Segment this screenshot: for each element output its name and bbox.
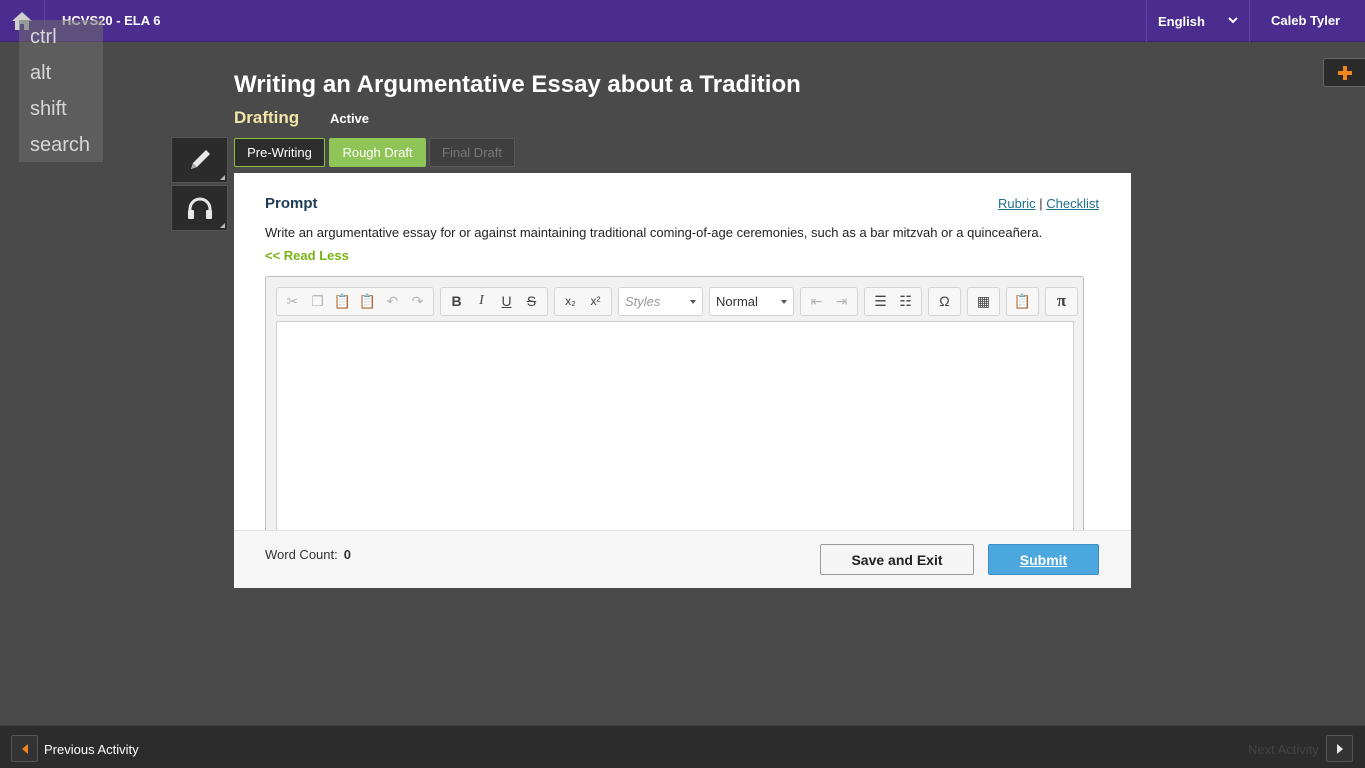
audio-tool-button[interactable]: [171, 185, 228, 231]
keyboard-modifier-overlay: ctrl alt shift search: [19, 20, 103, 162]
tab-pre-writing[interactable]: Pre-Writing: [234, 138, 325, 167]
rubric-link[interactable]: Rubric: [998, 196, 1036, 211]
script-group: x₂ x²: [554, 286, 612, 316]
plus-icon: [1337, 65, 1352, 80]
previous-activity-button[interactable]: [11, 735, 38, 762]
outdent-icon[interactable]: ⇤: [804, 289, 829, 314]
bold-icon[interactable]: B: [444, 289, 469, 314]
shift-key-label: shift: [30, 98, 67, 120]
next-activity-label: Next Activity: [1248, 742, 1319, 757]
word-count: Word Count: 0: [265, 547, 351, 562]
prompt-heading: Prompt: [265, 195, 318, 212]
math-pi-icon[interactable]: π: [1049, 289, 1074, 314]
add-button[interactable]: [1323, 58, 1365, 87]
tab-final-draft: Final Draft: [429, 138, 515, 167]
subscript-icon[interactable]: x₂: [558, 289, 583, 314]
bottom-nav-bar: Previous Activity Next Activity: [0, 725, 1365, 768]
table-group: ▦: [967, 286, 1000, 316]
alt-key-label: alt: [30, 62, 52, 84]
tab-rough-draft[interactable]: Rough Draft: [329, 138, 426, 167]
writing-panel: Prompt Rubric | Checklist Write an argum…: [234, 173, 1131, 588]
panel-footer: Word Count: 0 Save and Exit Submit: [234, 530, 1131, 588]
previous-activity-label[interactable]: Previous Activity: [44, 742, 139, 757]
list-group: ☰ ☷: [864, 286, 922, 316]
word-count-label: Word Count:: [265, 547, 338, 562]
paste-text-icon[interactable]: 📋: [355, 289, 380, 314]
save-and-exit-button[interactable]: Save and Exit: [820, 544, 974, 575]
paste-word-group: 📋: [1006, 286, 1039, 316]
special-character-icon[interactable]: Ω: [932, 289, 957, 314]
italic-icon[interactable]: I: [469, 289, 494, 314]
paste-from-word-icon[interactable]: 📋: [1010, 289, 1035, 314]
math-group: π: [1045, 286, 1078, 316]
prompt-text: Write an argumentative essay for or agai…: [265, 225, 1043, 240]
clipboard-group: ✂ ❐ 📋 📋 ↶ ↷: [276, 286, 434, 316]
resource-links: Rubric | Checklist: [998, 196, 1099, 211]
redo-icon[interactable]: ↷: [405, 289, 430, 314]
page-title: Writing an Argumentative Essay about a T…: [234, 71, 801, 98]
superscript-icon[interactable]: x²: [583, 289, 608, 314]
read-less-link[interactable]: << Read Less: [265, 248, 349, 263]
styles-dropdown[interactable]: Styles: [618, 286, 703, 316]
copy-icon[interactable]: ❐: [305, 289, 330, 314]
basic-styles-group: B I U S: [440, 286, 548, 316]
search-key-label: search: [30, 134, 91, 156]
pencil-tool-button[interactable]: [171, 137, 228, 183]
submit-button[interactable]: Submit: [988, 544, 1099, 575]
special-char-group: Ω: [928, 286, 961, 316]
caret-left-icon: [21, 743, 28, 754]
editor-text-area[interactable]: [276, 321, 1074, 531]
word-count-value: 0: [343, 547, 351, 562]
user-menu[interactable]: Caleb Tyler: [1271, 13, 1340, 28]
status-label: Active: [330, 111, 370, 126]
format-value: Normal: [716, 293, 758, 309]
cut-icon[interactable]: ✂: [280, 289, 305, 314]
rich-text-editor: ✂ ❐ 📋 📋 ↶ ↷ B I U S x₂ x² Styles Normal …: [265, 276, 1084, 531]
language-dropdown[interactable]: English: [1146, 0, 1250, 42]
language-label: English: [1158, 13, 1205, 29]
strikethrough-icon[interactable]: S: [519, 289, 544, 314]
step-title: Drafting: [234, 108, 300, 127]
format-dropdown[interactable]: Normal: [709, 286, 794, 316]
numbered-list-icon[interactable]: ☰: [868, 289, 893, 314]
paste-icon[interactable]: 📋: [330, 289, 355, 314]
styles-placeholder: Styles: [625, 293, 661, 309]
chevron-down-icon: [1228, 17, 1238, 24]
checklist-link[interactable]: Checklist: [1046, 196, 1099, 211]
caret-right-icon: [1336, 743, 1343, 754]
top-bar: HCVS20 - ELA 6 English Caleb Tyler: [0, 0, 1365, 42]
ctrl-key-label: ctrl: [30, 26, 57, 48]
next-activity-button[interactable]: [1326, 735, 1353, 762]
underline-icon[interactable]: U: [494, 289, 519, 314]
table-icon[interactable]: ▦: [971, 289, 996, 314]
pencil-icon: [190, 150, 210, 169]
undo-icon[interactable]: ↶: [380, 289, 405, 314]
indent-group: ⇤ ⇥: [800, 286, 858, 316]
indent-icon[interactable]: ⇥: [829, 289, 854, 314]
bulleted-list-icon[interactable]: ☷: [893, 289, 918, 314]
link-separator: |: [1039, 196, 1043, 211]
headphones-icon: [187, 197, 212, 219]
editor-toolbar: ✂ ❐ 📋 📋 ↶ ↷ B I U S x₂ x² Styles Normal …: [276, 286, 1083, 316]
